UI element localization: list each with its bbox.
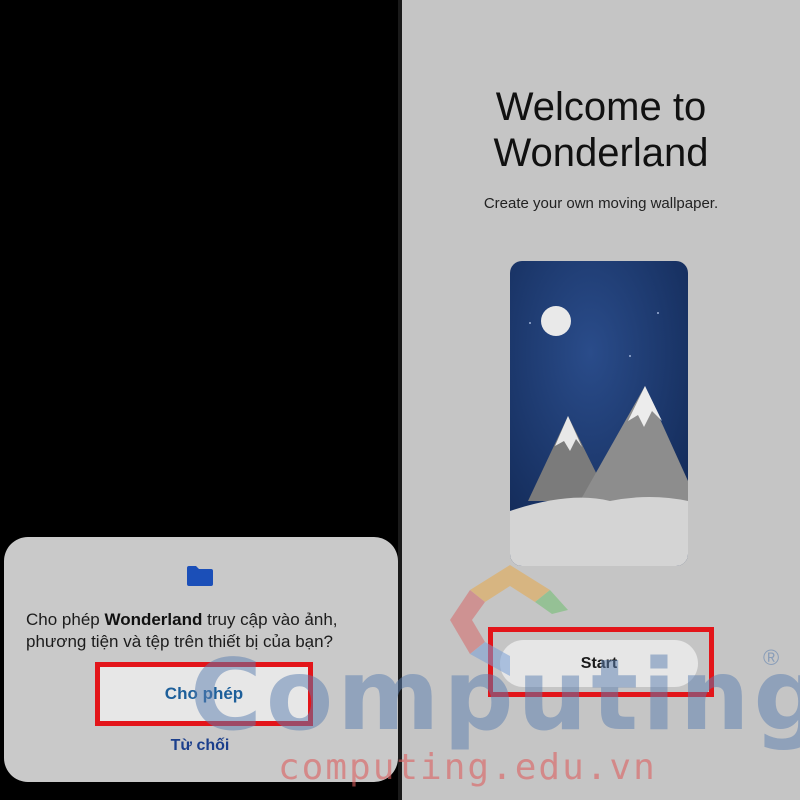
folder-icon: [187, 566, 213, 586]
welcome-title-line2: Wonderland: [493, 131, 709, 175]
welcome-title: Welcome to Wonderland: [402, 84, 800, 176]
welcome-title-line1: Welcome to: [495, 85, 707, 129]
welcome-subtitle: Create your own moving wallpaper.: [483, 195, 719, 212]
message-prefix: Cho phép: [26, 610, 105, 629]
app-name: Wonderland: [104, 610, 203, 629]
moon-icon: [541, 306, 571, 336]
watermark-registered-mark: ®: [763, 645, 780, 670]
watermark-url: computing.edu.vn: [278, 747, 657, 788]
wallpaper-preview: [510, 261, 688, 566]
watermark-brand: Computing: [190, 639, 800, 753]
